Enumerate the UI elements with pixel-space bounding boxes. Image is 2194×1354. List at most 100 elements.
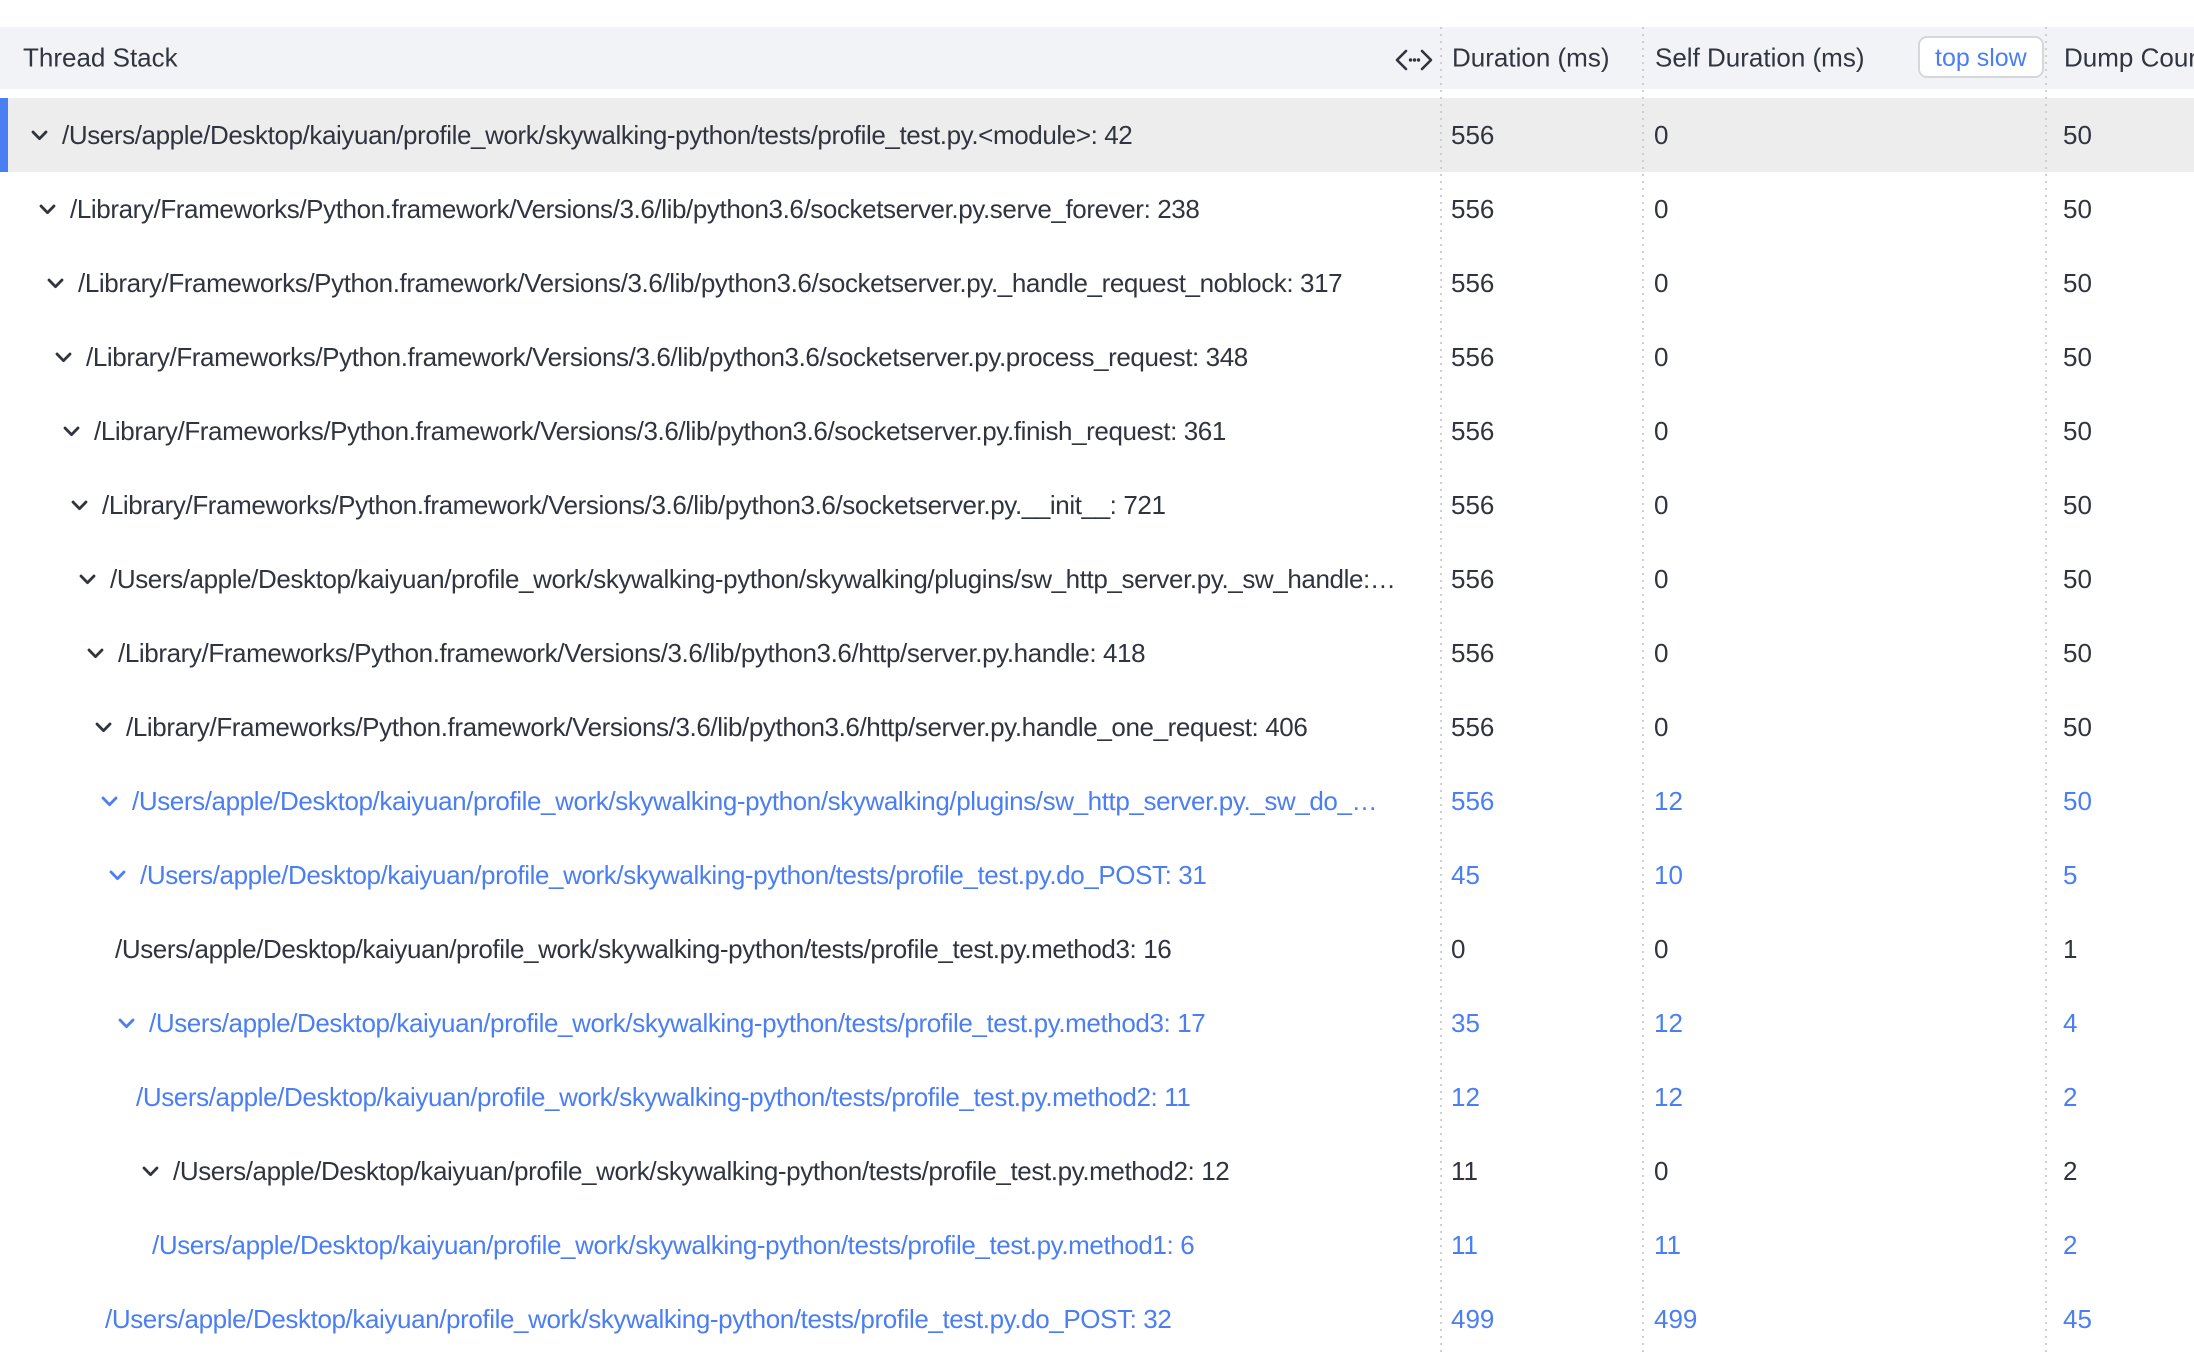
dump-count-cell: 50 (2045, 616, 2194, 690)
dump-count-cell: 2 (2045, 1134, 2194, 1208)
duration-cell: 11 (1440, 1208, 1642, 1282)
self-duration-cell: 0 (1642, 690, 2045, 764)
thread-stack-cell: /Users/apple/Desktop/kaiyuan/profile_wor… (0, 986, 1440, 1060)
column-header-dump-count: Dump Count (2064, 43, 2194, 74)
thread-stack-cell: /Users/apple/Desktop/kaiyuan/profile_wor… (0, 1060, 1440, 1134)
table-row[interactable]: /Library/Frameworks/Python.framework/Ver… (0, 690, 2194, 764)
table-row[interactable]: /Library/Frameworks/Python.framework/Ver… (0, 616, 2194, 690)
stack-frame-text: /Users/apple/Desktop/kaiyuan/profile_wor… (136, 1082, 1190, 1113)
thread-stack-cell: /Library/Frameworks/Python.framework/Ver… (0, 690, 1440, 764)
thread-stack-cell: /Users/apple/Desktop/kaiyuan/profile_wor… (0, 1208, 1440, 1282)
self-duration-cell: 0 (1642, 246, 2045, 320)
stack-frame-text: /Users/apple/Desktop/kaiyuan/profile_wor… (110, 564, 1395, 595)
table-row[interactable]: /Users/apple/Desktop/kaiyuan/profile_wor… (0, 98, 2194, 172)
duration-cell: 556 (1440, 246, 1642, 320)
duration-cell: 556 (1440, 690, 1642, 764)
thread-stack-cell: /Users/apple/Desktop/kaiyuan/profile_wor… (0, 764, 1440, 838)
duration-cell: 0 (1440, 912, 1642, 986)
stack-frame-text: /Library/Frameworks/Python.framework/Ver… (70, 194, 1199, 225)
table-row[interactable]: /Users/apple/Desktop/kaiyuan/profile_wor… (0, 912, 2194, 986)
dump-count-cell: 50 (2045, 542, 2194, 616)
dump-count-cell: 50 (2045, 172, 2194, 246)
dump-count-cell: 50 (2045, 764, 2194, 838)
thread-stack-cell: /Library/Frameworks/Python.framework/Ver… (0, 246, 1440, 320)
table-row[interactable]: /Users/apple/Desktop/kaiyuan/profile_wor… (0, 764, 2194, 838)
resize-horizontal-icon[interactable] (1394, 47, 1434, 69)
table-row[interactable]: /Users/apple/Desktop/kaiyuan/profile_wor… (0, 1060, 2194, 1134)
dump-count-cell: 2 (2045, 1060, 2194, 1134)
table-row[interactable]: /Users/apple/Desktop/kaiyuan/profile_wor… (0, 542, 2194, 616)
column-header-thread-stack: Thread Stack (23, 43, 178, 74)
table-row[interactable]: /Users/apple/Desktop/kaiyuan/profile_wor… (0, 1208, 2194, 1282)
chevron-down-icon[interactable] (101, 796, 118, 807)
dump-count-cell: 50 (2045, 246, 2194, 320)
table-row[interactable]: /Users/apple/Desktop/kaiyuan/profile_wor… (0, 838, 2194, 912)
chevron-down-icon[interactable] (118, 1018, 135, 1029)
thread-stack-cell: /Users/apple/Desktop/kaiyuan/profile_wor… (0, 1282, 1440, 1354)
chevron-down-icon[interactable] (87, 648, 104, 659)
top-slow-button[interactable]: top slow (1918, 36, 2044, 78)
column-separator (1440, 27, 1442, 1354)
chevron-down-icon[interactable] (109, 870, 126, 881)
table-row[interactable]: /Library/Frameworks/Python.framework/Ver… (0, 320, 2194, 394)
self-duration-cell: 0 (1642, 98, 2045, 172)
table-header: Thread Stack Duration (ms) Self Duration… (0, 27, 2194, 89)
table-row[interactable]: /Users/apple/Desktop/kaiyuan/profile_wor… (0, 1282, 2194, 1354)
self-duration-cell: 0 (1642, 320, 2045, 394)
thread-stack-cell: /Users/apple/Desktop/kaiyuan/profile_wor… (0, 1134, 1440, 1208)
dump-count-cell: 50 (2045, 394, 2194, 468)
stack-frame-text: /Library/Frameworks/Python.framework/Ver… (118, 638, 1145, 669)
thread-stack-cell: /Users/apple/Desktop/kaiyuan/profile_wor… (0, 542, 1440, 616)
table-row[interactable]: /Library/Frameworks/Python.framework/Ver… (0, 468, 2194, 542)
dump-count-cell: 1 (2045, 912, 2194, 986)
stack-frame-text: /Library/Frameworks/Python.framework/Ver… (126, 712, 1307, 743)
duration-cell: 556 (1440, 394, 1642, 468)
chevron-down-icon[interactable] (39, 204, 56, 215)
stack-frame-text: /Library/Frameworks/Python.framework/Ver… (94, 416, 1226, 447)
chevron-down-icon[interactable] (71, 500, 88, 511)
duration-cell: 556 (1440, 98, 1642, 172)
self-duration-cell: 0 (1642, 616, 2045, 690)
duration-cell: 35 (1440, 986, 1642, 1060)
profile-thread-stack-table: Thread Stack Duration (ms) Self Duration… (0, 0, 2194, 1354)
duration-cell: 45 (1440, 838, 1642, 912)
self-duration-cell: 12 (1642, 764, 2045, 838)
self-duration-cell: 0 (1642, 542, 2045, 616)
chevron-down-icon[interactable] (55, 352, 72, 363)
column-separator (1642, 27, 1644, 1354)
self-duration-cell: 11 (1642, 1208, 2045, 1282)
stack-frame-text: /Library/Frameworks/Python.framework/Ver… (102, 490, 1166, 521)
dump-count-cell: 5 (2045, 838, 2194, 912)
chevron-down-icon[interactable] (47, 278, 64, 289)
table-row[interactable]: /Library/Frameworks/Python.framework/Ver… (0, 172, 2194, 246)
thread-stack-cell: /Library/Frameworks/Python.framework/Ver… (0, 468, 1440, 542)
stack-frame-text: /Library/Frameworks/Python.framework/Ver… (86, 342, 1248, 373)
stack-frame-text: /Users/apple/Desktop/kaiyuan/profile_wor… (149, 1008, 1205, 1039)
duration-cell: 556 (1440, 542, 1642, 616)
chevron-down-icon[interactable] (95, 722, 112, 733)
chevron-down-icon[interactable] (63, 426, 80, 437)
thread-stack-cell: /Library/Frameworks/Python.framework/Ver… (0, 394, 1440, 468)
dump-count-cell: 50 (2045, 690, 2194, 764)
duration-cell: 556 (1440, 616, 1642, 690)
thread-stack-cell: /Library/Frameworks/Python.framework/Ver… (0, 172, 1440, 246)
dump-count-cell: 50 (2045, 98, 2194, 172)
table-row[interactable]: /Library/Frameworks/Python.framework/Ver… (0, 246, 2194, 320)
stack-frame-text: /Users/apple/Desktop/kaiyuan/profile_wor… (173, 1156, 1229, 1187)
table-row[interactable]: /Users/apple/Desktop/kaiyuan/profile_wor… (0, 1134, 2194, 1208)
table-body: /Users/apple/Desktop/kaiyuan/profile_wor… (0, 98, 2194, 1354)
chevron-down-icon[interactable] (31, 130, 48, 141)
column-header-duration: Duration (ms) (1452, 43, 1609, 74)
self-duration-cell: 0 (1642, 468, 2045, 542)
chevron-down-icon[interactable] (142, 1166, 159, 1177)
table-row[interactable]: /Users/apple/Desktop/kaiyuan/profile_wor… (0, 986, 2194, 1060)
stack-frame-text: /Library/Frameworks/Python.framework/Ver… (78, 268, 1342, 299)
dump-count-cell: 45 (2045, 1282, 2194, 1354)
dump-count-cell: 4 (2045, 986, 2194, 1060)
stack-frame-text: /Users/apple/Desktop/kaiyuan/profile_wor… (140, 860, 1206, 891)
chevron-down-icon[interactable] (79, 574, 96, 585)
stack-frame-text: /Users/apple/Desktop/kaiyuan/profile_wor… (115, 934, 1171, 965)
dump-count-cell: 50 (2045, 468, 2194, 542)
table-row[interactable]: /Library/Frameworks/Python.framework/Ver… (0, 394, 2194, 468)
self-duration-cell: 0 (1642, 912, 2045, 986)
